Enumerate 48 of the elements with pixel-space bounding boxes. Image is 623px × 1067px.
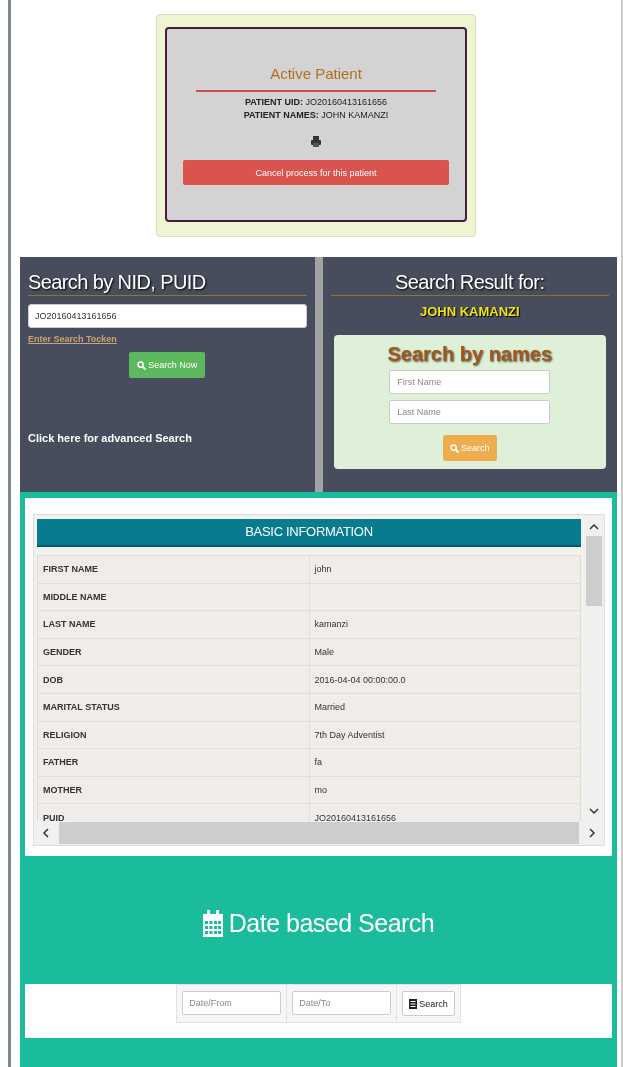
- table-header: BASIC INFORMATION: [37, 519, 581, 547]
- scroll-thumb[interactable]: [586, 536, 602, 606]
- panel-title: Active Patient: [270, 65, 362, 82]
- date-from-field[interactable]: Date/From: [182, 991, 282, 1015]
- date-to-field[interactable]: Date/To: [292, 991, 392, 1015]
- result-name: JOHN KAMANZI: [418, 304, 521, 319]
- table-cell-text: MARITAL STATUS: [42, 701, 121, 715]
- advanced-search-link[interactable]: Click here for advanced Search: [28, 432, 307, 444]
- panel-title: Search by names: [387, 343, 552, 366]
- scroll-down-icon[interactable]: [589, 808, 599, 815]
- section-title: Search by NID, PUID: [28, 271, 207, 294]
- table-cell-text: FATHER: [42, 756, 80, 770]
- section-title: Date based Search: [228, 908, 435, 938]
- last-name-field[interactable]: Last Name: [389, 400, 551, 424]
- section-title: Search Result for:: [394, 271, 546, 294]
- table-cell: kamanzi: [308, 611, 580, 638]
- list-icon: [409, 998, 418, 1009]
- table-cell-text: LAST NAME: [42, 618, 97, 632]
- table-cell-text: DOB: [42, 673, 64, 687]
- date-search-button[interactable]: Search: [402, 991, 455, 1016]
- printer-icon[interactable]: [311, 136, 321, 147]
- cancel-button[interactable]: Cancel process for this patient: [183, 160, 449, 185]
- scroll-left-icon[interactable]: [42, 828, 49, 838]
- patient-uid: PATIENT UID: JO20160413161656: [244, 96, 388, 109]
- table-cell: 2016-04-04 00:00:00.0: [308, 666, 580, 693]
- patient-names: PATIENT NAMES: JOHN KAMANZI: [243, 109, 389, 122]
- search-token-link[interactable]: Enter Search Tocken: [28, 334, 117, 344]
- table-cell-text: FIRST NAME: [42, 563, 99, 577]
- table-cell: Male: [308, 638, 580, 666]
- scroll-up-icon[interactable]: [589, 523, 599, 530]
- scroll-thumb[interactable]: [59, 822, 579, 844]
- calendar-icon: [202, 909, 223, 937]
- table-cell: mo: [308, 776, 580, 804]
- table-cell-text: PUID: [42, 811, 66, 821]
- search-icon: [137, 360, 147, 370]
- table-cell-text: MIDDLE NAME: [42, 590, 108, 604]
- table-cell: fa: [308, 749, 580, 776]
- table-cell: Married: [308, 693, 580, 721]
- scroll-right-icon[interactable]: [589, 828, 596, 838]
- search-icon: [450, 443, 459, 453]
- table-cell-text: RELIGION: [42, 728, 88, 742]
- search-now-button[interactable]: Search Now: [129, 352, 206, 378]
- search-field[interactable]: JO20160413161656: [28, 304, 307, 328]
- table-cell-text: MOTHER: [42, 784, 83, 798]
- table-cell: john: [308, 556, 580, 583]
- first-name-field[interactable]: First Name: [389, 370, 551, 394]
- table-cell-text: GENDER: [42, 646, 83, 660]
- table-cell: 7th Day Adventist: [308, 721, 580, 749]
